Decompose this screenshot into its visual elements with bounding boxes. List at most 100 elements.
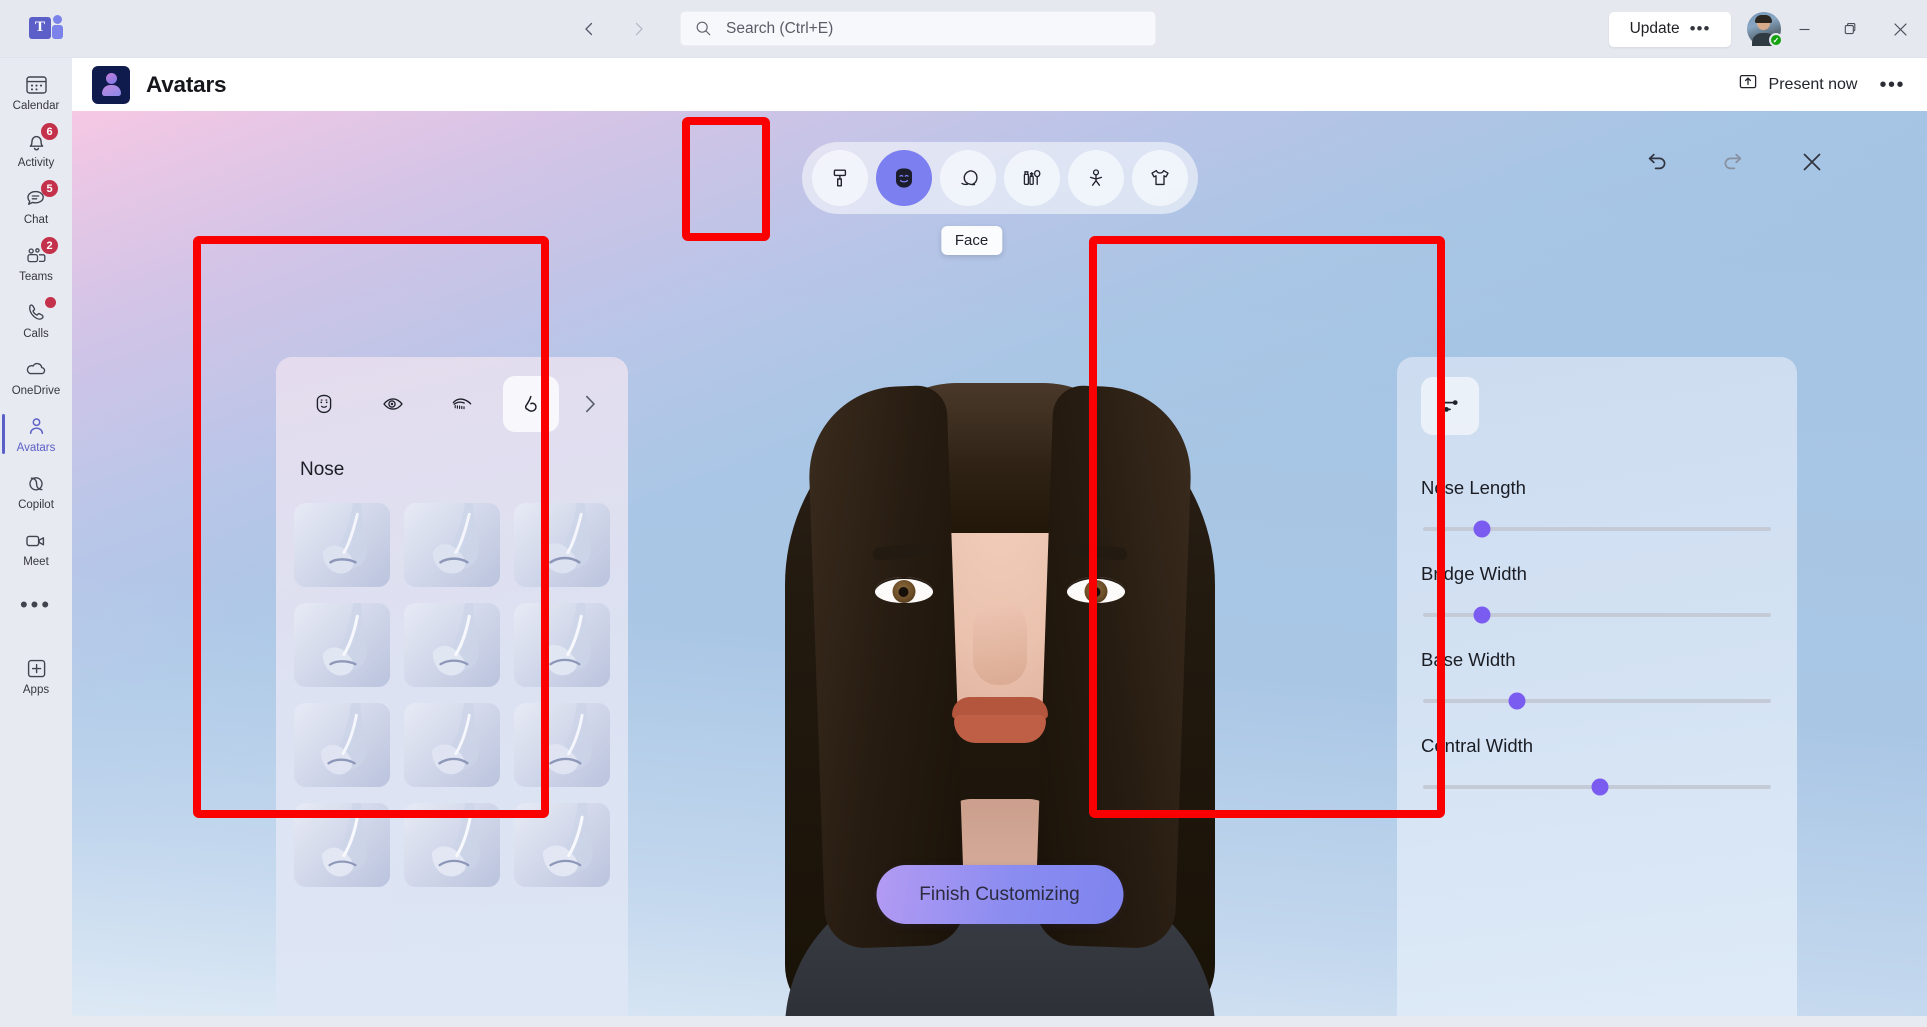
nose-option-11[interactable] bbox=[404, 803, 500, 887]
sidebar-label: Meet bbox=[23, 555, 49, 568]
update-more-icon[interactable]: ••• bbox=[1690, 20, 1711, 37]
slider-base-width: Base Width bbox=[1421, 649, 1773, 710]
paint-roller-icon bbox=[833, 169, 846, 187]
user-avatar[interactable]: ✓ bbox=[1747, 12, 1783, 47]
slider-track[interactable] bbox=[1423, 606, 1771, 624]
sliders-icon bbox=[1440, 400, 1458, 412]
sidebar-item-activity[interactable]: 6 Activity bbox=[2, 121, 70, 177]
body-icon bbox=[1089, 169, 1102, 186]
sidebar-item-chat[interactable]: 5 Chat bbox=[2, 178, 70, 234]
slider-thumb[interactable] bbox=[1591, 778, 1609, 796]
teams-avatars-window: T Search (Ctrl+E) Update ••• ✓ Calendar … bbox=[0, 0, 1927, 1027]
badge-count: 2 bbox=[41, 237, 58, 254]
sidebar-item-onedrive[interactable]: OneDrive bbox=[2, 349, 70, 405]
nose-option-1[interactable] bbox=[294, 503, 390, 587]
app-rail: Calendar 6 Activity 5 Chat 2 Teams Calls… bbox=[0, 58, 72, 1016]
category-makeup-button[interactable] bbox=[1003, 150, 1060, 206]
options-tab-strip bbox=[294, 375, 610, 433]
search-icon bbox=[695, 20, 712, 37]
sidebar-label: Avatars bbox=[16, 441, 56, 454]
person-icon bbox=[24, 414, 49, 440]
app-header: Avatars Present now ••• bbox=[72, 58, 1927, 111]
slider-bridge-width: Bridge Width bbox=[1421, 563, 1773, 624]
tab-eyes[interactable] bbox=[365, 376, 421, 432]
nose-icon bbox=[524, 395, 537, 412]
category-body-button[interactable] bbox=[1067, 150, 1124, 206]
category-tooltip: Face bbox=[940, 226, 1003, 255]
nose-thumbnail-grid bbox=[294, 503, 610, 887]
present-now-button[interactable]: Present now bbox=[1738, 72, 1858, 97]
slider-label: Central Width bbox=[1421, 735, 1534, 756]
nose-option-8[interactable] bbox=[404, 703, 500, 787]
slider-label: Bridge Width bbox=[1421, 563, 1527, 584]
maximize-button[interactable] bbox=[1827, 0, 1873, 58]
tab-eyebrows[interactable] bbox=[434, 376, 490, 432]
sidebar-label: Calls bbox=[23, 327, 49, 340]
forward-button[interactable] bbox=[622, 12, 656, 46]
category-face-button[interactable] bbox=[875, 150, 932, 206]
category-clothes-button[interactable] bbox=[1131, 150, 1188, 206]
video-icon bbox=[23, 528, 49, 554]
nose-option-3[interactable] bbox=[514, 503, 610, 587]
nose-option-10[interactable] bbox=[294, 803, 390, 887]
sidebar-item-calendar[interactable]: Calendar bbox=[2, 64, 70, 120]
slider-label: Base Width bbox=[1421, 649, 1516, 670]
close-editor-button[interactable] bbox=[1797, 147, 1827, 177]
undo-button[interactable] bbox=[1641, 147, 1671, 177]
undo-icon bbox=[1648, 153, 1666, 170]
sidebar-item-teams[interactable]: 2 Teams bbox=[2, 235, 70, 291]
sidebar-item-apps[interactable]: Apps bbox=[2, 648, 70, 704]
search-placeholder: Search (Ctrl+E) bbox=[726, 19, 834, 37]
sidebar-label: Copilot bbox=[18, 498, 54, 511]
nose-option-5[interactable] bbox=[404, 603, 500, 687]
slider-thumb[interactable] bbox=[1473, 520, 1491, 538]
nose-option-2[interactable] bbox=[404, 503, 500, 587]
sidebar-item-calls[interactable]: Calls bbox=[2, 292, 70, 348]
nose-option-7[interactable] bbox=[294, 703, 390, 787]
update-button[interactable]: Update ••• bbox=[1609, 11, 1731, 47]
slider-thumb[interactable] bbox=[1473, 606, 1491, 624]
present-now-label: Present now bbox=[1768, 75, 1858, 93]
slider-list: Nose Length Bridge Width Base Width Cent… bbox=[1421, 477, 1773, 821]
minimize-button[interactable] bbox=[1781, 0, 1827, 58]
close-icon bbox=[1893, 22, 1907, 36]
makeup-icon bbox=[1023, 169, 1040, 186]
cloud-icon bbox=[23, 357, 49, 383]
redo-button[interactable] bbox=[1719, 147, 1749, 177]
plus-square-icon bbox=[24, 656, 49, 682]
badge-count: 6 bbox=[41, 123, 58, 140]
sidebar-item-more[interactable]: ••• bbox=[2, 577, 70, 633]
nose-option-6[interactable] bbox=[514, 603, 610, 687]
sidebar-label: Apps bbox=[22, 683, 50, 696]
category-hair-button[interactable] bbox=[939, 150, 996, 206]
eyebrow-icon bbox=[452, 398, 472, 410]
sidebar-item-meet[interactable]: Meet bbox=[2, 520, 70, 576]
nose-option-12[interactable] bbox=[514, 803, 610, 887]
slider-track[interactable] bbox=[1423, 692, 1771, 710]
nose-option-4[interactable] bbox=[294, 603, 390, 687]
slider-track[interactable] bbox=[1423, 778, 1771, 796]
search-input[interactable]: Search (Ctrl+E) bbox=[680, 11, 1156, 46]
finish-customizing-button[interactable]: Finish Customizing bbox=[876, 865, 1123, 924]
sidebar-item-avatars[interactable]: Avatars bbox=[2, 406, 70, 462]
share-screen-icon bbox=[1738, 72, 1758, 97]
badge-count: 5 bbox=[41, 180, 58, 197]
more-horizontal-icon: ••• bbox=[19, 592, 53, 617]
avatars-app-icon bbox=[92, 65, 130, 104]
page-title: Avatars bbox=[146, 71, 227, 97]
close-button[interactable] bbox=[1873, 0, 1927, 58]
slider-thumb[interactable] bbox=[1508, 692, 1526, 710]
options-next-button[interactable] bbox=[572, 376, 608, 432]
tab-nose[interactable] bbox=[503, 376, 559, 432]
tab-face-shape[interactable] bbox=[296, 376, 352, 432]
category-style-button[interactable] bbox=[811, 150, 868, 206]
nose-option-9[interactable] bbox=[514, 703, 610, 787]
slider-track[interactable] bbox=[1423, 520, 1771, 538]
header-more-button[interactable]: ••• bbox=[1879, 75, 1905, 95]
adjustments-toggle-button[interactable] bbox=[1421, 377, 1479, 435]
avatar-stage: Finish Customizing Face Nose Nose Length… bbox=[72, 111, 1927, 1016]
sidebar-item-copilot[interactable]: Copilot bbox=[2, 463, 70, 519]
sidebar-label: OneDrive bbox=[11, 384, 61, 397]
slider-central-width: Central Width bbox=[1421, 735, 1773, 796]
back-button[interactable] bbox=[572, 12, 606, 46]
